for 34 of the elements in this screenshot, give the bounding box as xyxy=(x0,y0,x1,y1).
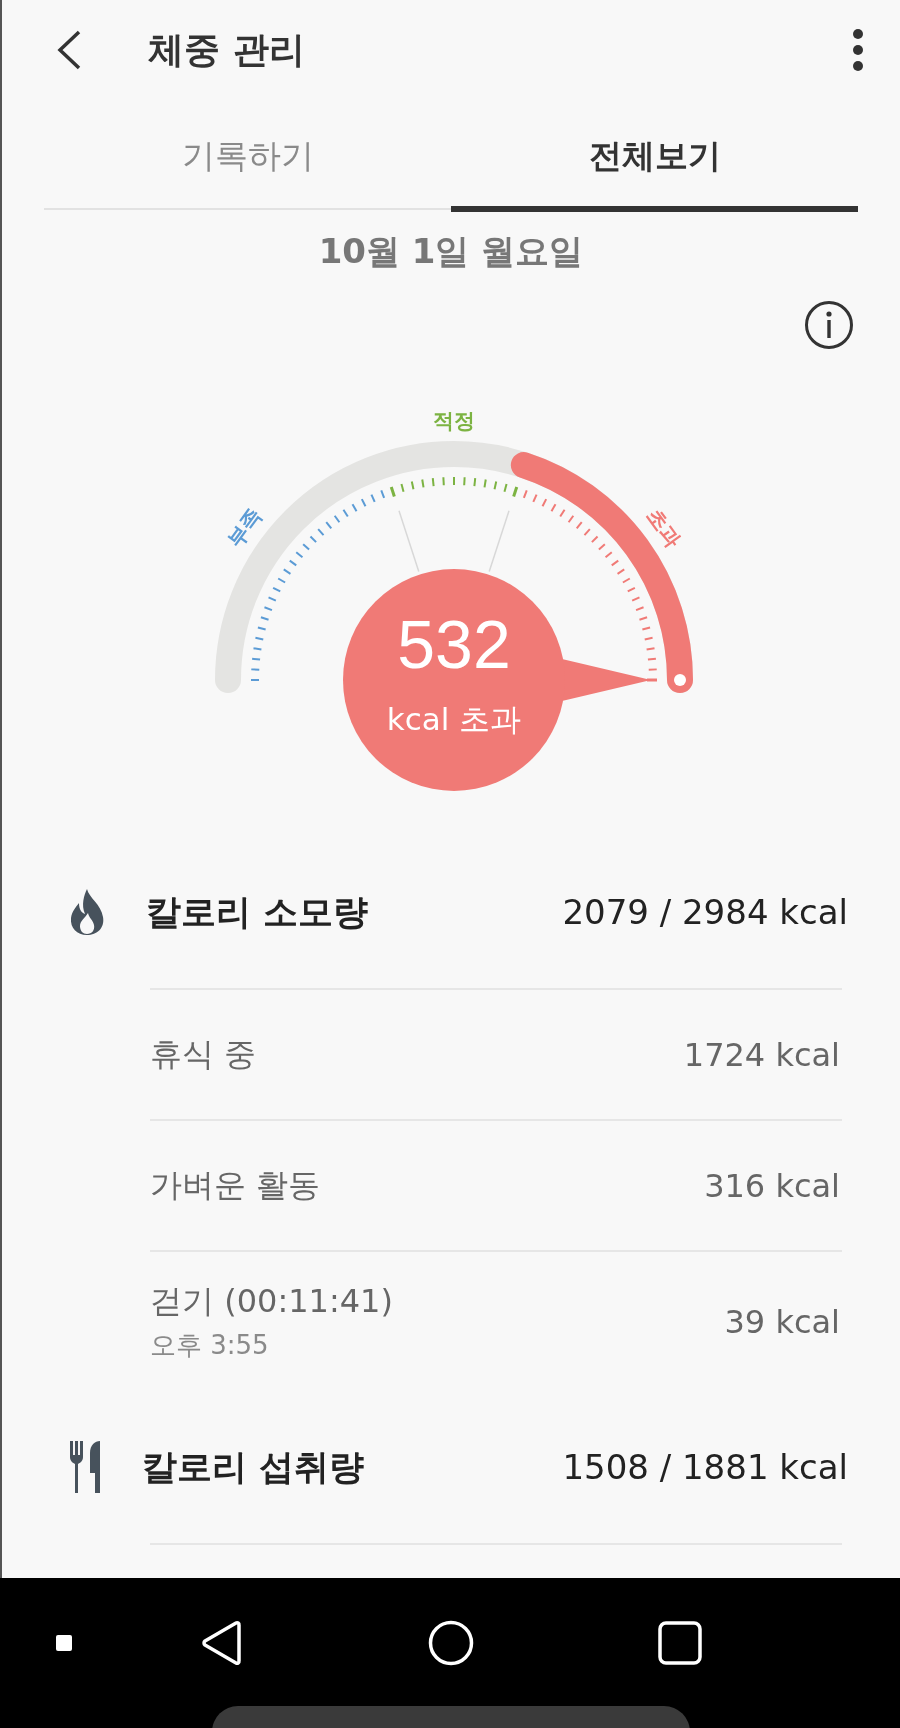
section-title: 칼로리 섭취량 xyxy=(142,1445,366,1489)
activity-label: 휴식 중 xyxy=(150,1033,258,1075)
home-button[interactable] xyxy=(428,1620,474,1666)
activity-time: 오후 3:55 xyxy=(150,1329,270,1362)
triangle-back-icon xyxy=(200,1620,242,1666)
circle-home-icon xyxy=(428,1620,474,1666)
calorie-value: 532 xyxy=(397,606,511,682)
date-label: 10월 1일 월요일 xyxy=(317,230,585,273)
tab[interactable]: 전체보기 xyxy=(451,100,858,212)
zone-label: 부족 xyxy=(222,503,267,552)
zone-line xyxy=(488,509,510,573)
info-icon xyxy=(804,300,854,350)
back-nav-button[interactable] xyxy=(200,1620,242,1666)
activity-label: 걷기 (00:11:41) xyxy=(150,1281,394,1322)
square-recents-icon xyxy=(658,1621,702,1665)
activity-label: 가벼운 활동 xyxy=(150,1164,322,1206)
more-icon xyxy=(852,29,864,71)
fork-knife-icon xyxy=(68,1439,102,1495)
section-total: 1508 / 1881 kcal xyxy=(562,1447,848,1487)
calorie-unit: kcal 초과 xyxy=(386,701,522,737)
section-title: 칼로리 소모량 xyxy=(146,890,370,934)
activity-calories: 316 kcal xyxy=(704,1166,840,1205)
zone-line xyxy=(398,509,420,573)
recents-button[interactable] xyxy=(658,1621,702,1665)
screen-title: 체중 관리 xyxy=(148,27,306,72)
activity-calories: 39 kcal xyxy=(724,1302,840,1341)
gauge-end-dot xyxy=(674,674,686,686)
flame-icon xyxy=(68,888,106,936)
activity-calories: 1724 kcal xyxy=(683,1035,840,1074)
back-icon xyxy=(56,30,82,70)
section-total: 2079 / 2984 kcal xyxy=(562,892,848,932)
zone-label: 적정 xyxy=(433,409,475,433)
zone-label: 초과 xyxy=(641,503,686,552)
dot-button[interactable] xyxy=(56,1635,72,1651)
